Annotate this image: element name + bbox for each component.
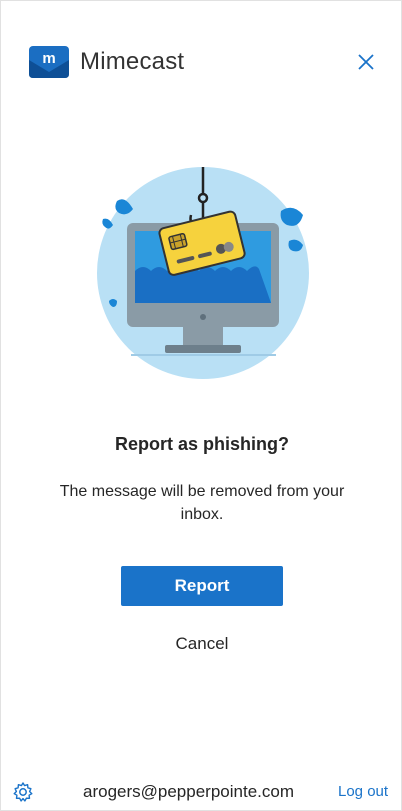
phishing-hook-credit-card-illustration	[97, 167, 309, 379]
app-title: Mimecast	[80, 48, 185, 75]
logout-link[interactable]: Log out	[338, 783, 388, 800]
gear-icon[interactable]	[12, 781, 34, 803]
dialog-message: The message will be removed from your in…	[59, 483, 345, 523]
cancel-button[interactable]: Cancel	[151, 631, 253, 657]
svg-text:m: m	[42, 50, 55, 67]
user-email: arogers@pepperpointe.com	[83, 782, 294, 801]
report-button[interactable]: Report	[121, 566, 283, 606]
close-icon[interactable]	[355, 51, 377, 73]
dialog-title: Report as phishing?	[114, 434, 289, 454]
header: m Mimecast	[29, 45, 184, 79]
addin-pane: m Mimecast Report as phishing? The messa…	[0, 0, 402, 811]
mimecast-logo-icon: m	[29, 46, 69, 78]
